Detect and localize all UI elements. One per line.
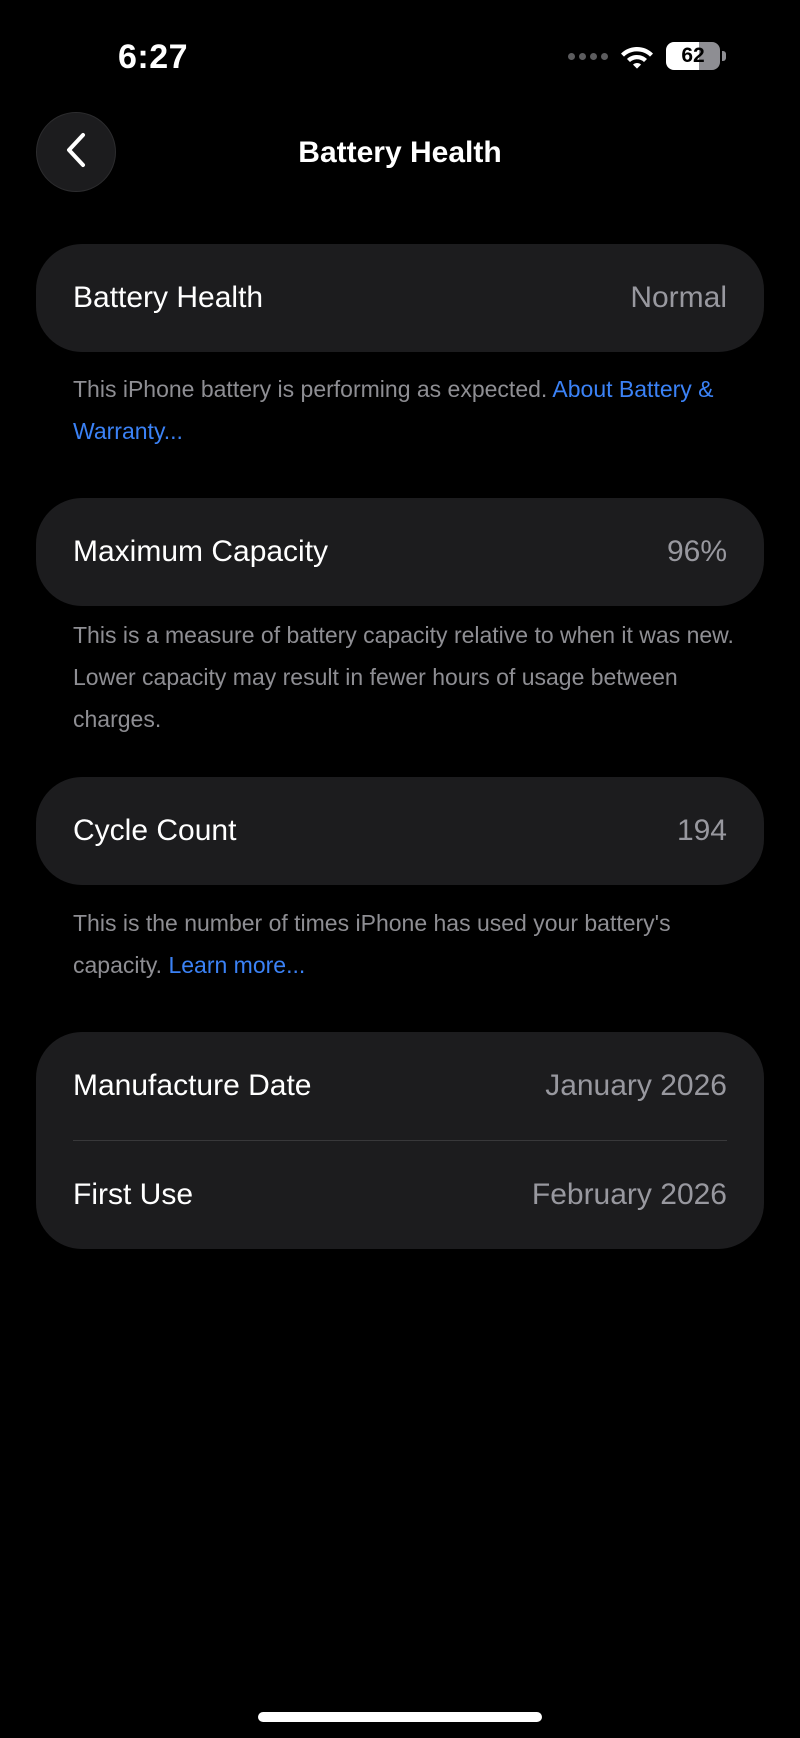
cycle-count-footnote-text: This is the number of times iPhone has u…	[73, 910, 671, 978]
cycle-count-row: Cycle Count 194	[36, 777, 764, 885]
maximum-capacity-card: Maximum Capacity 96%	[36, 498, 764, 606]
cellular-signal-icon	[568, 52, 608, 60]
cycle-count-footnote: This is the number of times iPhone has u…	[73, 902, 743, 986]
battery-health-footnote-text: This iPhone battery is performing as exp…	[73, 376, 548, 402]
maximum-capacity-row: Maximum Capacity 96%	[36, 498, 764, 606]
maximum-capacity-label: Maximum Capacity	[73, 535, 329, 568]
cycle-count-value: 194	[676, 814, 727, 847]
status-time: 6:27	[118, 38, 189, 76]
cycle-count-card: Cycle Count 194	[36, 777, 764, 885]
manufacture-date-label: Manufacture Date	[73, 1069, 312, 1102]
battery-health-label: Battery Health	[73, 281, 264, 314]
maximum-capacity-value: 96%	[666, 535, 727, 568]
cycle-count-label: Cycle Count	[73, 814, 237, 847]
battery-health-card: Battery Health Normal	[36, 244, 764, 352]
status-indicators: 62	[568, 42, 726, 70]
battery-health-footnote: This iPhone battery is performing as exp…	[73, 368, 743, 452]
learn-more-link[interactable]: Learn more...	[168, 952, 305, 978]
battery-icon: 62	[666, 42, 726, 70]
battery-health-row: Battery Health Normal	[36, 244, 764, 352]
battery-health-value: Normal	[630, 281, 727, 314]
wifi-icon	[620, 43, 654, 69]
first-use-label: First Use	[73, 1178, 193, 1211]
first-use-value: February 2026	[531, 1178, 727, 1211]
first-use-row: First Use February 2026	[36, 1141, 764, 1249]
manufacture-date-row: Manufacture Date January 2026	[36, 1032, 764, 1140]
page-title: Battery Health	[298, 136, 502, 169]
battery-level-text: 62	[681, 44, 705, 67]
maximum-capacity-footnote: This is a measure of battery capacity re…	[73, 622, 734, 732]
home-indicator[interactable]	[258, 1712, 542, 1722]
dates-card: Manufacture Date January 2026 First Use …	[36, 1032, 764, 1249]
manufacture-date-value: January 2026	[545, 1069, 727, 1102]
